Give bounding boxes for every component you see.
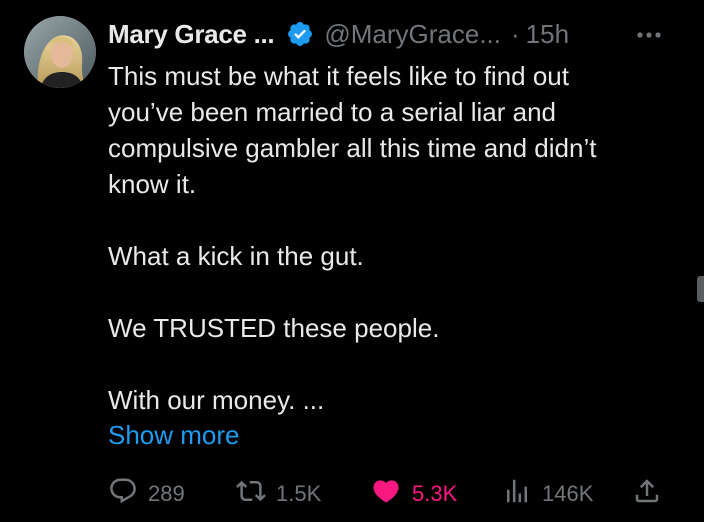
repost-icon	[236, 476, 276, 512]
action-bar: 289 1.5K 5.3K 146K	[108, 474, 668, 514]
author-name[interactable]: Mary Grace ...	[108, 19, 275, 50]
share-button[interactable]	[632, 474, 672, 514]
views-button[interactable]: 146K	[502, 474, 593, 514]
views-count: 146K	[542, 481, 594, 506]
text-line: We TRUSTED these people.	[108, 313, 440, 343]
text-line: know it.	[108, 169, 197, 199]
share-icon	[632, 476, 672, 512]
like-button[interactable]: 5.3K	[370, 474, 457, 514]
text-line: you’ve been married to a serial liar and	[108, 97, 557, 127]
separator-dot: ·	[511, 18, 520, 49]
reply-icon	[108, 476, 148, 512]
text-line: This must be what it feels like to find …	[108, 61, 569, 91]
heart-icon	[370, 476, 412, 512]
verified-badge-icon	[286, 20, 314, 48]
more-dots-icon[interactable]	[634, 20, 664, 50]
text-line: compulsive gambler all this time and did…	[108, 133, 597, 163]
reply-button[interactable]: 289	[108, 474, 185, 514]
scrollbar-thumb[interactable]	[697, 276, 704, 302]
tweet-header: Mary Grace ... @MaryGrace... · 15h	[108, 14, 569, 54]
repost-button[interactable]: 1.5K	[236, 474, 321, 514]
avatar[interactable]	[24, 16, 96, 88]
timestamp[interactable]: 15h	[526, 19, 569, 50]
show-more-link[interactable]: Show more	[108, 417, 240, 453]
like-count: 5.3K	[412, 481, 458, 506]
repost-count: 1.5K	[276, 481, 322, 506]
text-line: What a kick in the gut.	[108, 241, 364, 271]
author-handle[interactable]: @MaryGrace...	[324, 19, 501, 50]
tweet-text: This must be what it feels like to find …	[108, 58, 688, 418]
text-line: With our money. ...	[108, 385, 325, 415]
tweet-card[interactable]: Mary Grace ... @MaryGrace... · 15h This …	[0, 0, 704, 522]
reply-count: 289	[148, 481, 185, 506]
views-chart-icon	[502, 476, 542, 512]
